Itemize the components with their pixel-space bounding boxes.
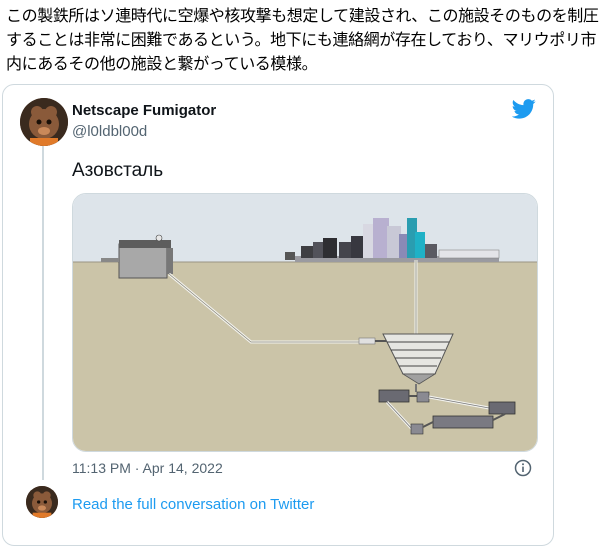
author-avatar[interactable]	[20, 98, 68, 146]
tweet-media-image[interactable]	[72, 193, 538, 452]
plant-diagram-illustration	[73, 194, 537, 451]
read-full-conversation-link[interactable]: Read the full conversation on Twitter	[72, 496, 314, 513]
twitter-bird-icon[interactable]	[511, 98, 536, 124]
tweet-timestamp[interactable]: 11:13 PM · Apr 14, 2022	[72, 460, 223, 476]
reply-avatar[interactable]	[26, 486, 58, 518]
article-paragraph: この製鉄所はソ連時代に空爆や核攻撃も想定して建設され、この施設そのものを制圧する…	[6, 6, 599, 73]
tweet-text: Азовсталь	[72, 160, 164, 181]
info-icon[interactable]	[514, 459, 532, 481]
thread-connector-line	[42, 146, 44, 480]
author-name[interactable]: Netscape Fumigator	[72, 102, 216, 119]
author-handle[interactable]: @l0ldbl00d	[72, 123, 147, 140]
